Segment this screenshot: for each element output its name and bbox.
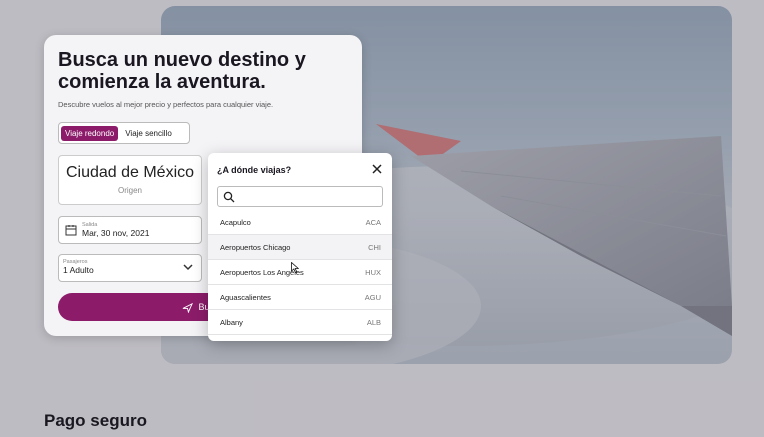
destination-code: HUX — [365, 267, 381, 277]
destination-name: Albany — [220, 317, 243, 327]
destination-code: CHI — [368, 242, 381, 252]
round-trip-option[interactable]: Viaje redondo — [61, 125, 119, 141]
calendar-icon — [65, 225, 77, 236]
list-item[interactable]: Aeropuertos Los Angeles HUX — [208, 260, 392, 285]
list-item[interactable]: Albany ALB — [208, 310, 392, 335]
list-item[interactable]: Aguascalientes AGU — [208, 285, 392, 310]
departure-date-field[interactable]: Salida Mar, 30 nov, 2021 — [58, 216, 202, 244]
modal-title: ¿A dónde viajas? — [217, 165, 292, 175]
destination-code: ACA — [365, 217, 381, 227]
passengers-select[interactable]: Pasajeros 1 Adulto — [58, 254, 202, 282]
destination-name: Aguascalientes — [220, 292, 271, 302]
origin-label: Origen — [117, 186, 142, 195]
destination-code: ALB — [366, 317, 381, 327]
search-icon — [223, 191, 235, 203]
one-way-option[interactable]: Viaje sencillo — [121, 126, 176, 141]
list-item[interactable]: Aeropuertos Chicago CHI — [208, 235, 392, 260]
chevron-down-icon — [183, 264, 193, 271]
departure-value: Mar, 30 nov, 2021 — [82, 228, 150, 238]
page-subtitle: Descubre vuelos al mejor precio y perfec… — [58, 100, 274, 109]
passengers-value: 1 Adulto — [63, 265, 94, 275]
secure-payment-heading: Pago seguro — [44, 411, 147, 430]
origin-field[interactable]: Ciudad de México Origen — [58, 155, 202, 205]
destination-list: Acapulco ACA Aeropuertos Chicago CHI Aer… — [208, 210, 392, 335]
plane-icon — [183, 302, 194, 313]
destination-modal: ¿A dónde viajas? Acapulco ACA Aeropuerto… — [208, 153, 392, 341]
list-item[interactable]: Acapulco ACA — [208, 210, 392, 235]
origin-city: Ciudad de México — [65, 164, 195, 181]
destination-code: AGU — [364, 292, 381, 302]
destination-name: Acapulco — [220, 217, 251, 227]
destination-search — [217, 186, 383, 207]
close-icon[interactable] — [371, 163, 383, 175]
trip-type-toggle: Viaje redondo Viaje sencillo — [58, 122, 190, 144]
page-title: Busca un nuevo destino y comienza la ave… — [58, 49, 306, 93]
destination-name: Aeropuertos Chicago — [220, 242, 291, 252]
mouse-cursor-icon — [291, 262, 299, 273]
destination-search-input[interactable] — [240, 189, 380, 205]
